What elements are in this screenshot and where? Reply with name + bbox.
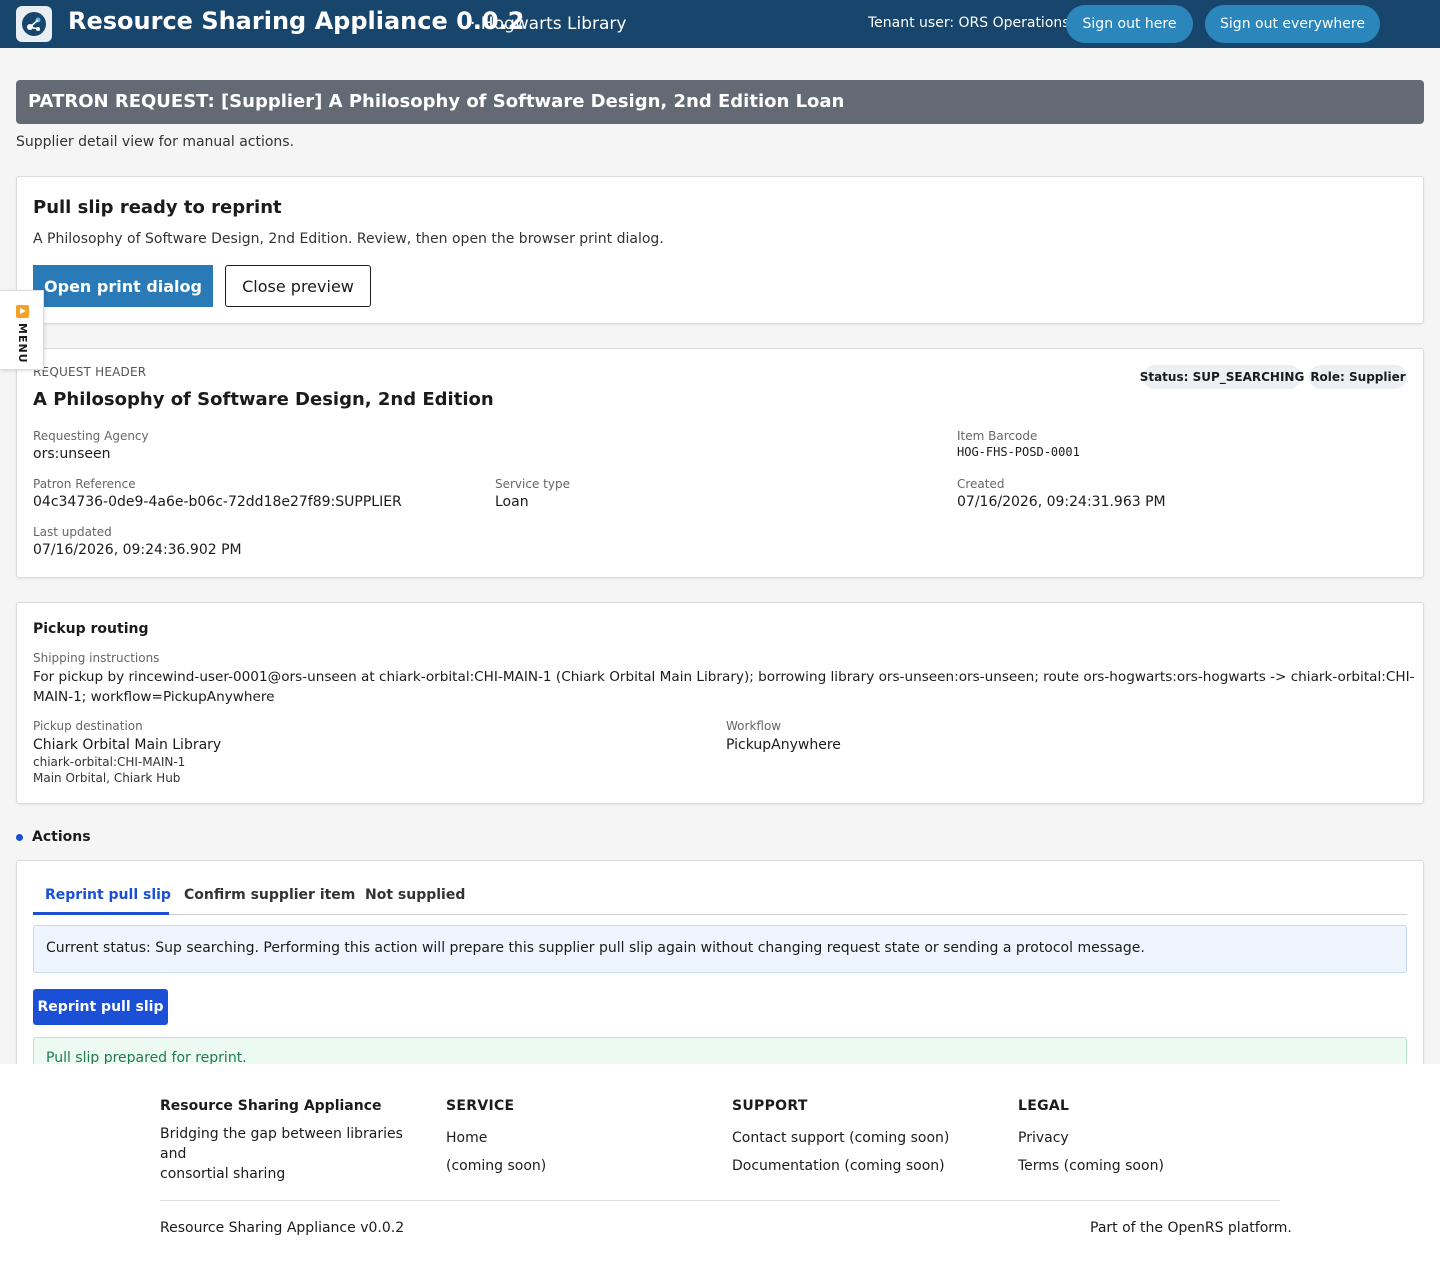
action-info-text: Current status: Sup searching. Performin… (46, 940, 1145, 956)
footer-support-heading: SUPPORT (732, 1098, 808, 1114)
footer-link-privacy[interactable]: Privacy (1018, 1130, 1069, 1146)
status-badge: Status: SUP_SEARCHING (1140, 365, 1304, 389)
footer-divider (160, 1200, 1280, 1201)
created-value: 07/16/2026, 09:24:31.963 PM (957, 494, 1166, 510)
item-barcode-value: HOG-FHS-POSD-0001 (957, 445, 1080, 459)
last-updated-value: 07/16/2026, 09:24:36.902 PM (33, 542, 242, 558)
footer-link-terms[interactable]: Terms (coming soon) (1018, 1158, 1164, 1174)
footer-link-documentation[interactable]: Documentation (coming soon) (732, 1158, 945, 1174)
request-header-card: REQUEST HEADER A Philosophy of Software … (16, 348, 1424, 578)
patron-reference-value: 04c34736-0de9-4a6e-b06c-72dd18e27f89:SUP… (33, 494, 402, 510)
service-type-value: Loan (495, 494, 529, 510)
play-icon (16, 305, 29, 318)
workflow-label: Workflow (726, 719, 782, 733)
pickup-destination-address: Main Orbital, Chiark Hub (33, 771, 181, 785)
service-type-label: Service type (495, 477, 570, 491)
footer-brand: Resource Sharing Appliance (160, 1098, 382, 1114)
app-title[interactable]: Resource Sharing Appliance 0.0.2 (68, 7, 524, 35)
share-nodes-icon[interactable] (16, 6, 52, 42)
item-barcode-label: Item Barcode (957, 429, 1038, 443)
pickup-destination-name: Chiark Orbital Main Library (33, 737, 222, 753)
footer-tagline-1: Bridging the gap between libraries and (160, 1126, 403, 1162)
page-subtitle: Supplier detail view for manual actions. (16, 134, 295, 150)
footer-link-contact-support[interactable]: Contact support (coming soon) (732, 1130, 949, 1146)
tab-reprint-pull-slip[interactable]: Reprint pull slip (45, 887, 171, 903)
requesting-agency-value: ors:unseen (33, 446, 111, 462)
print-card-heading: Pull slip ready to reprint (33, 197, 282, 218)
tab-confirm-supplier-item[interactable]: Confirm supplier item (184, 887, 355, 903)
footer-support-column: SUPPORT Contact support (coming soon) Do… (732, 1098, 992, 1178)
reprint-pull-slip-button[interactable]: Reprint pull slip (33, 989, 168, 1025)
footer-service-heading: SERVICE (446, 1098, 515, 1114)
page-footer: Resource Sharing Appliance Bridging the … (0, 1064, 1440, 1270)
tenant-user-label: Tenant user: ORS Operations (868, 15, 1070, 31)
tenant-library-name: · Hogwarts Library (470, 14, 627, 34)
footer-brand-column: Resource Sharing Appliance Bridging the … (160, 1098, 430, 1184)
sign-out-here-button[interactable]: Sign out here (1066, 5, 1193, 43)
pickup-routing-heading: Pickup routing (33, 621, 149, 637)
footer-legal-column: LEGAL Privacy Terms (coming soon) (1018, 1098, 1278, 1178)
footer-version: Resource Sharing Appliance v0.0.2 (160, 1220, 405, 1236)
footer-link-service-coming-soon[interactable]: (coming soon) (446, 1158, 546, 1174)
page-title: PATRON REQUEST: [Supplier] A Philosophy … (28, 91, 845, 112)
actions-card: Reprint pull slip Confirm supplier item … (16, 860, 1424, 1081)
tab-not-supplied[interactable]: Not supplied (365, 887, 465, 903)
close-preview-button[interactable]: Close preview (225, 265, 371, 307)
created-label: Created (957, 477, 1005, 491)
footer-legal-heading: LEGAL (1018, 1098, 1070, 1114)
request-header-kicker: REQUEST HEADER (33, 365, 147, 379)
sign-out-everywhere-button[interactable]: Sign out everywhere (1205, 5, 1380, 43)
requesting-agency-label: Requesting Agency (33, 429, 149, 443)
side-menu-label: MENU (16, 323, 29, 364)
print-card-description: A Philosophy of Software Design, 2nd Edi… (33, 231, 664, 247)
footer-platform: Part of the OpenRS platform. (1090, 1220, 1292, 1236)
pickup-routing-card: Pickup routing Shipping instructions For… (16, 602, 1424, 804)
shipping-instructions-line-1: For pickup by rincewind-user-0001@ors-un… (33, 669, 1415, 685)
shipping-instructions-label: Shipping instructions (33, 651, 160, 665)
print-preview-card: Pull slip ready to reprint A Philosophy … (16, 176, 1424, 324)
active-tab-indicator (33, 912, 169, 915)
footer-tagline-2: consortial sharing (160, 1166, 286, 1182)
role-badge: Role: Supplier (1309, 365, 1407, 389)
workflow-value: PickupAnywhere (726, 737, 841, 753)
request-title: A Philosophy of Software Design, 2nd Edi… (33, 389, 494, 410)
pickup-destination-label: Pickup destination (33, 719, 143, 733)
open-print-dialog-button[interactable]: Open print dialog (33, 265, 213, 307)
actions-section-marker (16, 834, 23, 841)
last-updated-label: Last updated (33, 525, 112, 539)
footer-link-home[interactable]: Home (446, 1130, 487, 1146)
shipping-instructions-line-2: MAIN-1; workflow=PickupAnywhere (33, 689, 275, 705)
actions-section-label: Actions (32, 829, 91, 845)
action-info-alert: Current status: Sup searching. Performin… (33, 925, 1407, 973)
actions-tab-bar: Reprint pull slip Confirm supplier item … (33, 877, 1407, 915)
patron-reference-label: Patron Reference (33, 477, 136, 491)
page-title-bar: PATRON REQUEST: [Supplier] A Philosophy … (16, 80, 1424, 124)
pickup-destination-code: chiark-orbital:CHI-MAIN-1 (33, 755, 186, 769)
top-navigation-bar: Resource Sharing Appliance 0.0.2 · Hogwa… (0, 0, 1440, 48)
side-menu-toggle[interactable]: MENU (0, 290, 44, 370)
footer-service-column: SERVICE Home (coming soon) (446, 1098, 706, 1178)
